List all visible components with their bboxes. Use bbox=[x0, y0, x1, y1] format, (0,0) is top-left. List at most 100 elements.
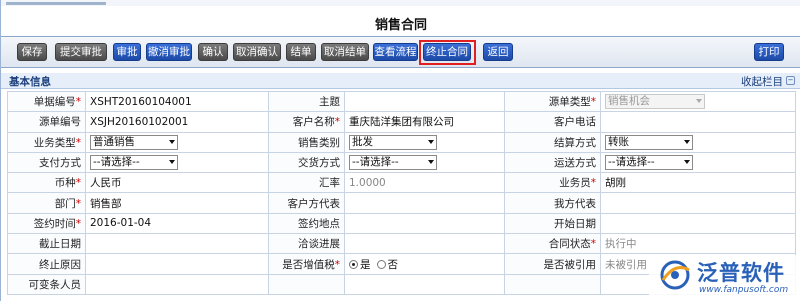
view-workflow-button[interactable]: 查看流程 bbox=[373, 43, 418, 61]
field-label-text: 业务员 bbox=[559, 177, 591, 190]
cancel-close-order-button[interactable]: 取消结单 bbox=[321, 43, 369, 61]
field-label-text: 源单编号 bbox=[39, 116, 81, 129]
page-title: 销售合同 bbox=[374, 18, 427, 33]
submit-approval-button[interactable]: 提交审批 bbox=[55, 43, 107, 61]
close-order-button[interactable]: 结单 bbox=[286, 43, 316, 61]
form-row: 业务类型* 普通销售 销售类别 批发 结算方式 转账 bbox=[7, 131, 796, 153]
form-row: 截止日期 洽谈进展 合同状态* 执行中 bbox=[7, 233, 796, 255]
cancel-confirm-button[interactable]: 取消确认 bbox=[233, 43, 281, 61]
field-label: 客户电话 bbox=[504, 111, 601, 133]
form-row: 源单编号 XSJH20160102001 客户名称* 重庆陆洋集团有限公司 客户电话 bbox=[7, 111, 796, 133]
field-value-cell[interactable]: XSHT20160104001 bbox=[85, 90, 269, 113]
select-value: 转账 bbox=[608, 135, 629, 148]
required-marker: * bbox=[334, 116, 340, 129]
field-value-cell[interactable] bbox=[344, 192, 505, 214]
field-value: 销售部 bbox=[90, 197, 122, 210]
field-value-cell[interactable] bbox=[85, 273, 269, 295]
field-value-cell[interactable]: 普通销售 bbox=[85, 131, 269, 153]
collapse-icon[interactable]: − bbox=[786, 76, 795, 85]
field-value-cell[interactable]: 转账 bbox=[600, 131, 796, 153]
field-label: 交货方式 bbox=[268, 151, 345, 174]
select-dropdown[interactable]: 转账 bbox=[605, 134, 693, 150]
select-value: --请选择-- bbox=[608, 156, 655, 169]
chevron-down-icon bbox=[696, 99, 702, 104]
field-value-cell[interactable]: 人民币 bbox=[85, 172, 269, 194]
field-value-cell[interactable]: 销售机会 bbox=[600, 90, 796, 113]
watermark-name: 泛普软件 bbox=[697, 261, 785, 285]
back-button[interactable]: 返回 bbox=[483, 43, 513, 61]
field-value-cell[interactable] bbox=[85, 233, 269, 255]
field-value-cell[interactable]: XSJH20160102001 bbox=[85, 111, 269, 133]
select-dropdown[interactable]: --请选择-- bbox=[349, 155, 437, 171]
field-label: 主题 bbox=[268, 90, 345, 113]
field-value-cell[interactable]: 销售部 bbox=[85, 192, 269, 214]
select-dropdown[interactable]: 普通销售 bbox=[90, 134, 178, 150]
field-label: 源单类型* bbox=[504, 90, 601, 113]
confirm-button[interactable]: 确认 bbox=[198, 43, 228, 61]
field-value-cell[interactable] bbox=[344, 233, 505, 255]
field-label-text: 洽谈进展 bbox=[298, 238, 340, 251]
field-label: 截止日期 bbox=[7, 233, 86, 255]
required-marker: * bbox=[75, 136, 81, 149]
field-label: 客户名称* bbox=[268, 111, 345, 133]
field-label: 是否被引用 bbox=[504, 253, 601, 275]
field-label: 结算方式 bbox=[504, 131, 601, 153]
field-label: 签约时间* bbox=[7, 212, 86, 235]
field-value-cell[interactable]: 胡刚 bbox=[600, 172, 796, 194]
field-label-text: 客户名称 bbox=[292, 116, 335, 129]
field-value-cell[interactable]: 2016-01-04 bbox=[85, 212, 269, 235]
field-value-cell[interactable]: --请选择-- bbox=[85, 151, 269, 174]
print-button[interactable]: 打印 bbox=[754, 43, 784, 61]
revoke-approval-button[interactable]: 撤消审批 bbox=[146, 43, 192, 61]
fanpu-logo-icon bbox=[660, 260, 690, 290]
select-dropdown[interactable]: --请选择-- bbox=[605, 155, 693, 171]
field-value-cell[interactable]: 执行中 bbox=[600, 233, 796, 255]
field-value-cell[interactable]: --请选择-- bbox=[600, 151, 796, 174]
required-marker: * bbox=[75, 96, 81, 109]
form-row: 部门* 销售部 客户方代表 我方代表 bbox=[7, 192, 796, 214]
field-value: XSJH20160102001 bbox=[90, 115, 189, 128]
field-value-cell[interactable]: 是否 bbox=[344, 253, 505, 275]
field-value-cell[interactable]: 1.0000 bbox=[344, 172, 505, 194]
field-value-cell[interactable] bbox=[344, 212, 505, 235]
field-label-text: 合同状态 bbox=[548, 238, 591, 251]
field-value-cell[interactable] bbox=[600, 111, 796, 133]
vat-yes-radio[interactable] bbox=[349, 259, 358, 269]
field-value-cell[interactable]: --请选择-- bbox=[344, 151, 505, 174]
select-value: 批发 bbox=[352, 135, 373, 148]
required-marker: * bbox=[590, 96, 596, 109]
approve-button[interactable]: 审批 bbox=[113, 43, 141, 61]
select-dropdown[interactable]: 销售机会 bbox=[605, 94, 705, 110]
select-dropdown[interactable]: 批发 bbox=[349, 134, 437, 150]
field-value-cell[interactable] bbox=[600, 192, 796, 214]
field-value-cell[interactable]: 重庆陆洋集团有限公司 bbox=[344, 111, 505, 133]
field-label: 业务类型* bbox=[7, 131, 86, 153]
select-dropdown[interactable]: --请选择-- bbox=[90, 155, 178, 171]
select-value: 销售机会 bbox=[608, 95, 650, 108]
field-label-text: 客户电话 bbox=[554, 116, 596, 129]
radio-label: 是 bbox=[360, 258, 371, 271]
terminate-contract-button[interactable]: 终止合同 bbox=[423, 43, 471, 61]
field-value-cell[interactable] bbox=[600, 212, 796, 235]
field-label: 源单编号 bbox=[7, 111, 86, 133]
field-label-text: 支付方式 bbox=[39, 157, 81, 170]
field-label-text: 终止原因 bbox=[39, 258, 81, 271]
field-label-text: 币种 bbox=[54, 177, 76, 190]
save-button[interactable]: 保存 bbox=[17, 43, 47, 61]
collapse-section-link[interactable]: 收起栏目 bbox=[741, 74, 783, 89]
watermark-url: www.fanpusoft.com bbox=[699, 285, 789, 295]
field-value-cell[interactable] bbox=[344, 90, 505, 113]
required-marker: * bbox=[590, 177, 596, 190]
chevron-down-icon bbox=[684, 160, 690, 165]
field-value-cell[interactable] bbox=[344, 273, 505, 295]
field-value-cell[interactable]: 批发 bbox=[344, 131, 505, 153]
field-value: 胡刚 bbox=[605, 177, 626, 190]
field-label-text: 交货方式 bbox=[298, 157, 340, 170]
vat-no-radio[interactable] bbox=[376, 259, 386, 269]
brand-watermark: 泛普软件 www.fanpusoft.com bbox=[649, 255, 800, 301]
field-value-cell[interactable] bbox=[85, 253, 269, 275]
chevron-down-icon bbox=[169, 160, 175, 165]
field-label-text: 截止日期 bbox=[39, 238, 81, 251]
section-header-basic-info: 基本信息 收起栏目 − bbox=[1, 73, 800, 89]
chevron-down-icon bbox=[428, 139, 434, 144]
